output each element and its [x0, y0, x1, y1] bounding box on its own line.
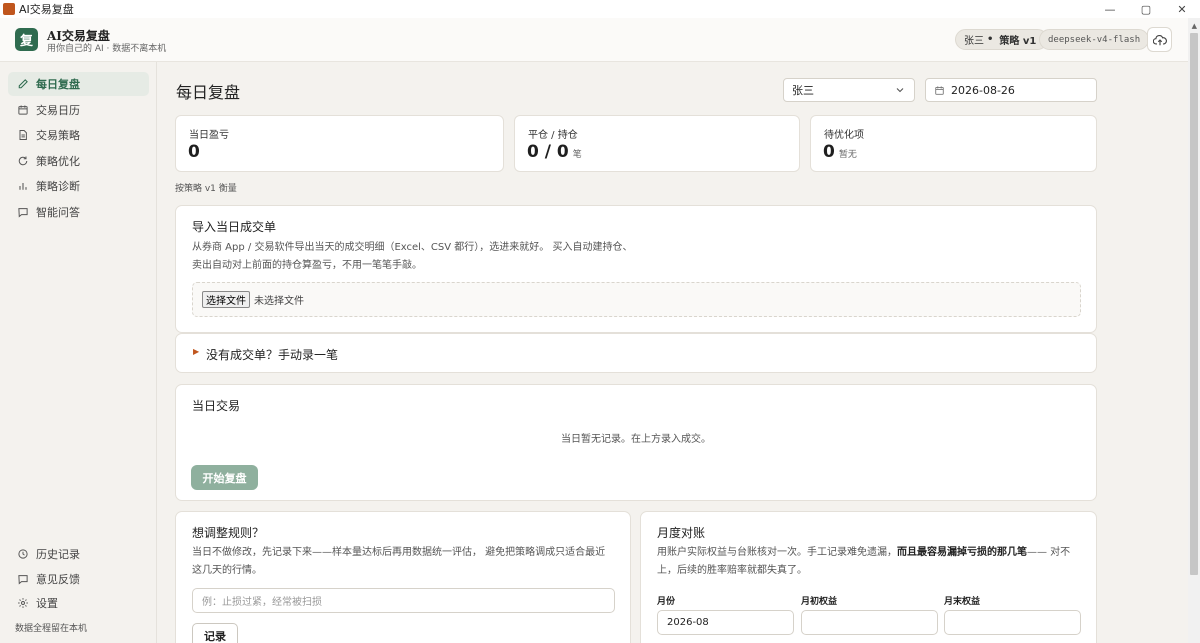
sidebar-item-label: 交易日历: [36, 104, 80, 117]
app-icon: [3, 3, 15, 15]
app-header: 复 AI交易复盘 用你自己的 AI · 数据不离本机 张三 • 策略 v1 de…: [0, 18, 1188, 62]
chat-icon: [18, 208, 28, 218]
monthly-title: 月度对账: [657, 526, 706, 540]
user-select-value: 张三: [792, 84, 814, 97]
file-status: 未选择文件: [254, 296, 304, 307]
start-review-button[interactable]: 开始复盘: [191, 465, 258, 490]
calendar-icon: [935, 85, 944, 95]
maximize-button[interactable]: ▢: [1128, 0, 1164, 18]
sidebar-item-label: 历史记录: [36, 548, 80, 561]
end-equity-label: 月末权益: [944, 597, 981, 607]
sidebar-item-strategy-optimize[interactable]: 策略优化: [8, 149, 149, 173]
monthly-desc: 用账户实际权益与台账核对一次。手工记录难免遗漏，而且最容易漏掉亏损的那几笔—— …: [657, 547, 1071, 576]
start-equity-field[interactable]: [801, 610, 938, 635]
stat-card-daily-pnl: 当日盈亏 0: [175, 115, 504, 172]
model-pill[interactable]: deepseek-v4-flash: [1039, 29, 1150, 50]
trades-card: 当日交易 当日暂无记录。在上方录入成交。 开始复盘: [175, 384, 1097, 501]
sidebar-item-history[interactable]: 历史记录: [8, 542, 149, 566]
import-card: 导入当日成交单 从券商 App / 交易软件导出当天的成交明细（Excel、CS…: [175, 205, 1097, 333]
import-desc: 从券商 App / 交易软件导出当天的成交明细（Excel、CSV 都行），选进…: [192, 242, 633, 271]
window-controls: — ▢ ✕: [1092, 0, 1200, 18]
scroll-up-arrow[interactable]: ▲: [1192, 22, 1197, 30]
expand-triangle-icon: ▶: [193, 347, 200, 356]
import-title: 导入当日成交单: [192, 220, 277, 234]
rule-note-input[interactable]: 例：止损过紧，经常被扫损: [192, 588, 615, 613]
feedback-icon: [18, 575, 28, 585]
chevron-down-icon: [896, 88, 904, 93]
month-label: 月份: [657, 597, 676, 607]
pencil-icon: [18, 79, 28, 89]
app-logo: 复: [15, 28, 38, 51]
main-content: 每日复盘 张三 2026-08-26 当日盈亏 0 平仓 / 持仓 0 / 0笔…: [157, 62, 1188, 643]
sidebar-item-trade-calendar[interactable]: 交易日历: [8, 98, 149, 122]
stat-label: 平仓 / 持仓: [528, 130, 578, 141]
window-title: AI交易复盘: [19, 3, 74, 16]
rules-desc: 当日不做修改，先记录下来——样本量达标后再用数据统一评估， 避免把策略调成只适合…: [192, 547, 606, 576]
sidebar-item-strategy-diagnose[interactable]: 策略诊断: [8, 174, 149, 198]
sidebar-item-label: 策略优化: [36, 155, 80, 168]
trades-title: 当日交易: [192, 399, 241, 413]
manual-entry-toggle[interactable]: ▶ 没有成交单？手动录一笔: [175, 333, 1097, 373]
stat-value: 0: [188, 142, 200, 162]
document-icon: [19, 130, 27, 140]
bar-chart-icon: [19, 183, 27, 190]
stat-card-pending-items: 待优化项 0 暂无: [810, 115, 1097, 172]
sidebar-item-label: 意见反馈: [36, 573, 80, 586]
clock-icon: [18, 549, 28, 559]
gear-icon: [18, 598, 28, 608]
privacy-note: 数据全程留在本机: [15, 624, 88, 634]
app-tagline: 用你自己的 AI · 数据不离本机: [47, 44, 167, 54]
sidebar: 每日复盘 交易日历 交易策略 策略优化 策略诊断 智能问答 历史记录 意见反馈 …: [0, 62, 157, 643]
pill-separator: •: [987, 34, 994, 45]
sidebar-item-label: 每日复盘: [36, 78, 80, 91]
record-button[interactable]: 记录: [192, 623, 238, 643]
date-picker[interactable]: 2026-08-26: [925, 78, 1097, 102]
sidebar-item-label: 交易策略: [36, 129, 80, 142]
start-equity-label: 月初权益: [801, 597, 838, 607]
user-name: 张三: [964, 36, 984, 47]
choose-file-button[interactable]: 选择文件: [202, 291, 250, 308]
strategy-note: 按策略 v1 衡量: [175, 184, 237, 194]
sidebar-item-settings[interactable]: 设置: [8, 591, 149, 615]
user-select[interactable]: 张三: [783, 78, 915, 102]
rules-title: 想调整规则？: [192, 526, 265, 540]
sidebar-item-label: 策略诊断: [36, 180, 80, 193]
calendar-icon: [18, 105, 28, 115]
strategy-name: 策略 v1: [999, 36, 1037, 47]
cloud-upload-icon: [1152, 34, 1167, 45]
sidebar-item-daily-review[interactable]: 每日复盘: [8, 72, 149, 96]
rules-card: 想调整规则？ 当日不做修改，先记录下来——样本量达标后再用数据统一评估， 避免把…: [175, 511, 631, 643]
sidebar-item-label: 智能问答: [36, 206, 80, 219]
file-dropzone[interactable]: 选择文件 未选择文件: [192, 282, 1081, 317]
window-titlebar: AI交易复盘 — ▢ ✕: [0, 0, 1200, 18]
monthly-reconcile-card: 月度对账 用账户实际权益与台账核对一次。手工记录难免遗漏，而且最容易漏掉亏损的那…: [640, 511, 1097, 643]
sidebar-item-feedback[interactable]: 意见反馈: [8, 567, 149, 591]
stat-label: 当日盈亏: [189, 130, 229, 141]
date-value: 2026-08-26: [951, 83, 1015, 97]
empty-state-text: 当日暂无记录。在上方录入成交。: [561, 434, 711, 445]
user-strategy-pill[interactable]: 张三 • 策略 v1: [955, 29, 1049, 50]
refresh-icon: [18, 156, 28, 166]
stat-value: 0 / 0笔: [527, 142, 582, 162]
stat-card-positions: 平仓 / 持仓 0 / 0笔: [514, 115, 800, 172]
scrollbar-thumb[interactable]: [1190, 33, 1198, 575]
month-field[interactable]: 2026-08: [657, 610, 794, 635]
sidebar-item-smart-qa[interactable]: 智能问答: [8, 200, 149, 224]
manual-entry-title: 没有成交单？手动录一笔: [206, 348, 339, 362]
sidebar-item-label: 设置: [36, 597, 58, 610]
stat-value: 0 暂无: [823, 142, 857, 162]
page-title: 每日复盘: [176, 83, 241, 102]
minimize-button[interactable]: —: [1092, 0, 1128, 18]
sidebar-item-trade-strategy[interactable]: 交易策略: [8, 123, 149, 147]
stat-label: 待优化项: [824, 130, 864, 141]
end-equity-field[interactable]: [944, 610, 1081, 635]
close-button[interactable]: ✕: [1164, 0, 1200, 18]
sync-button[interactable]: [1147, 27, 1172, 52]
